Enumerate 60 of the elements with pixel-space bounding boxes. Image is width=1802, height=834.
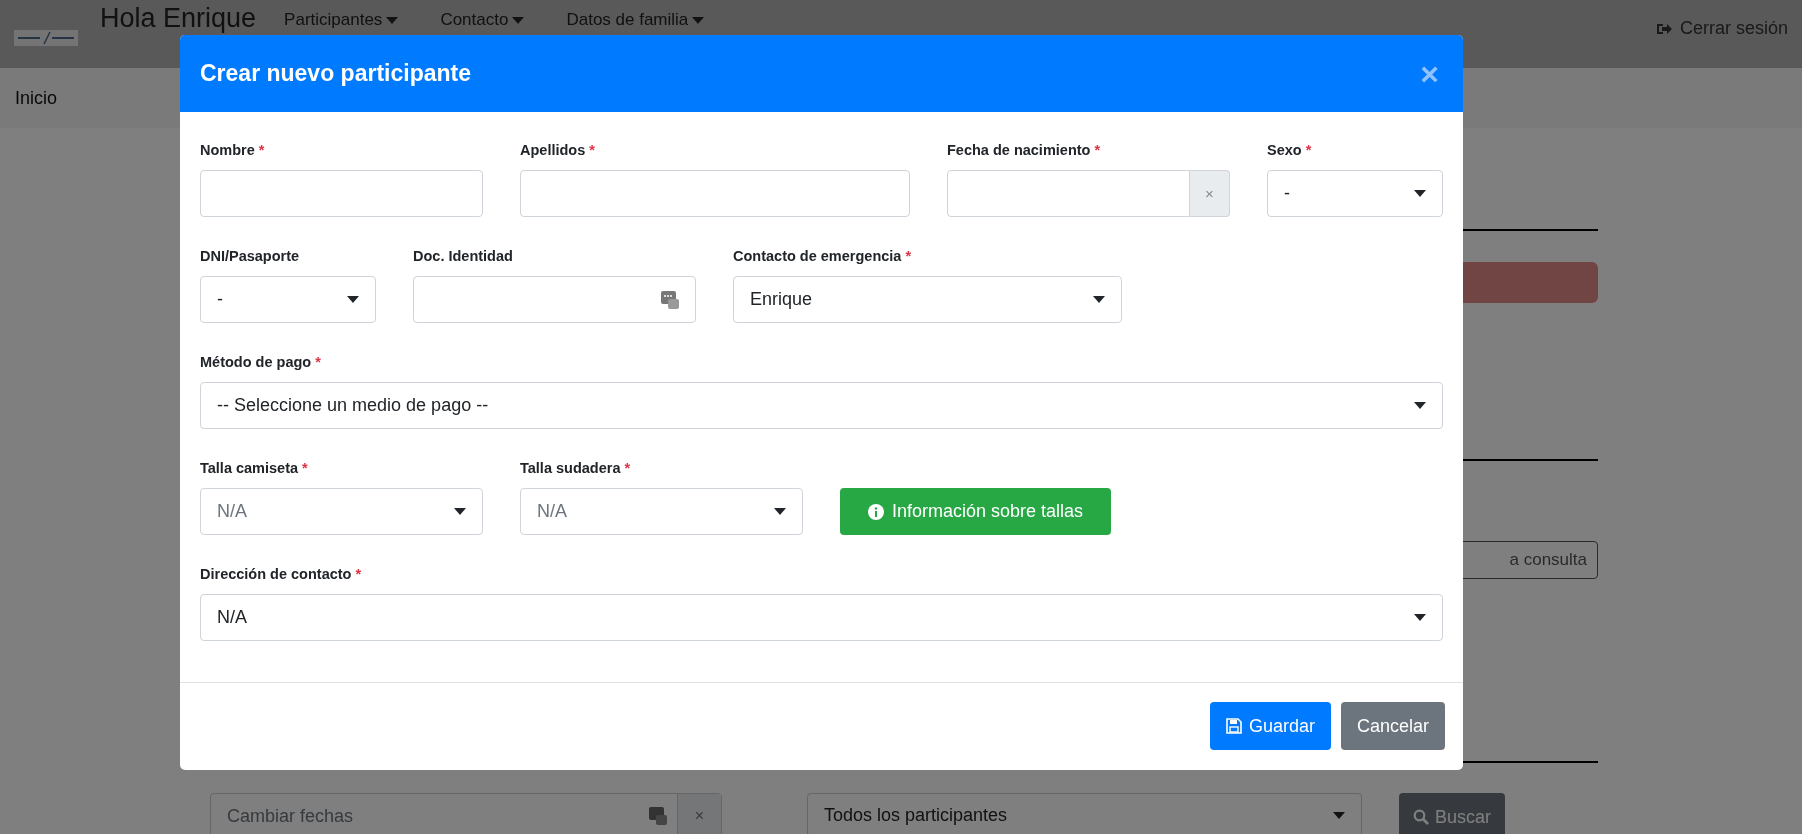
caret-icon xyxy=(1414,614,1426,621)
caret-icon xyxy=(1333,811,1345,819)
caret-icon xyxy=(1093,296,1105,303)
caret-icon xyxy=(386,16,399,24)
search-button[interactable]: Buscar xyxy=(1399,793,1506,834)
modal-title: Crear nuevo participante xyxy=(200,60,471,87)
caret-icon xyxy=(454,508,466,515)
required-mark: * xyxy=(355,566,362,582)
required-mark: * xyxy=(315,354,321,370)
info-button[interactable]: Información sobre tallas xyxy=(840,488,1111,535)
required-mark: * xyxy=(1094,142,1101,158)
nav-menu[interactable]: Contacto xyxy=(440,10,525,30)
date-field[interactable] xyxy=(947,170,1190,217)
required-mark: * xyxy=(624,460,631,476)
field-label: DNI/Pasaporte xyxy=(200,248,300,264)
field-label: Dirección de contacto xyxy=(200,566,352,582)
required-mark: * xyxy=(302,460,308,476)
caret-icon xyxy=(1414,402,1426,409)
select-field[interactable]: - xyxy=(200,276,376,323)
field-label: Fecha de nacimiento xyxy=(947,142,1091,158)
field-label: Talla camiseta xyxy=(200,460,299,476)
caret-icon xyxy=(512,16,525,24)
select-field[interactable]: N/A xyxy=(200,594,1443,641)
nav-menu[interactable]: Datos de familia xyxy=(566,10,705,30)
required-mark: * xyxy=(1305,142,1312,158)
caret-icon xyxy=(347,296,359,303)
required-mark: * xyxy=(258,142,265,158)
logout-link[interactable]: Cerrar sesión xyxy=(1655,18,1788,39)
select-field[interactable]: Enrique xyxy=(733,276,1122,323)
caret-icon xyxy=(692,16,705,24)
text-field[interactable] xyxy=(520,170,910,217)
text-field[interactable] xyxy=(413,276,696,323)
id-card-icon xyxy=(661,290,679,309)
field-label: Contacto de emergencia xyxy=(733,248,902,264)
info-icon xyxy=(867,503,884,520)
select-field[interactable]: - xyxy=(1267,170,1443,217)
select-field[interactable]: -- Seleccione un medio de pago -- xyxy=(200,382,1443,429)
caret-icon xyxy=(1414,190,1426,197)
breadcrumb[interactable]: Inicio xyxy=(15,87,58,109)
logo-icon xyxy=(14,30,78,46)
field-label: Doc. Identidad xyxy=(413,248,513,264)
field-label: Apellidos xyxy=(520,142,586,158)
participant-select[interactable]: Todos los participantes xyxy=(807,793,1362,834)
required-mark: * xyxy=(905,248,912,264)
field-label: Talla sudadera xyxy=(520,460,621,476)
select-field[interactable]: N/A xyxy=(520,488,803,535)
close-button[interactable]: × xyxy=(1416,57,1443,90)
clear-button[interactable]: × xyxy=(1190,170,1230,217)
caret-icon xyxy=(774,508,786,515)
field-label: Nombre xyxy=(200,142,255,158)
text-field[interactable] xyxy=(200,170,483,217)
save-button[interactable]: Guardar xyxy=(1209,702,1331,750)
field-label: Sexo xyxy=(1267,142,1302,158)
greeting-title: Hola Enrique xyxy=(100,3,257,33)
cancel-button[interactable]: Cancelar xyxy=(1340,702,1445,750)
field-label: Método de pago xyxy=(200,354,312,370)
search-icon xyxy=(1413,809,1429,825)
nav-menu[interactable]: Participantes xyxy=(284,10,399,30)
required-mark: * xyxy=(589,142,595,158)
select-field[interactable]: N/A xyxy=(200,488,483,535)
